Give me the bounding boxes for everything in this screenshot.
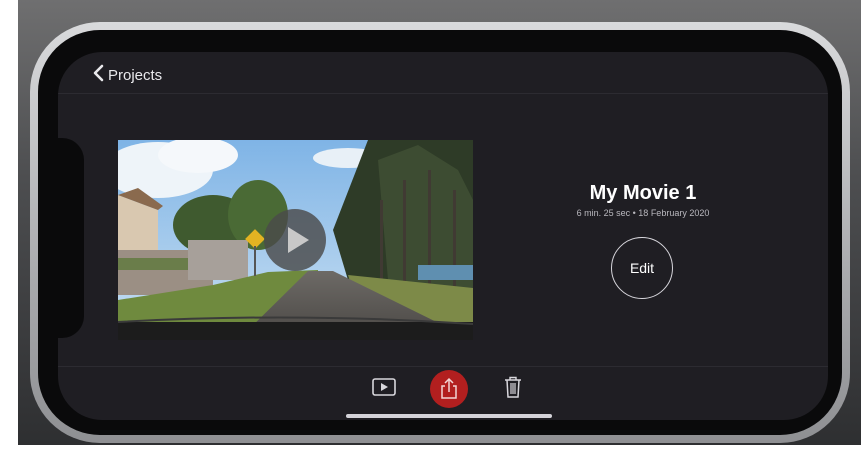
- project-info: My Movie 1 6 min. 25 sec • 18 February 2…: [548, 182, 738, 218]
- edit-button-label: Edit: [629, 260, 655, 276]
- chevron-left-icon: [92, 64, 104, 86]
- preview-button[interactable]: [372, 378, 396, 396]
- edit-button[interactable]: Edit: [611, 237, 673, 299]
- imovie-project-screen: Projects My Movie 1 6 min. 25 sec • 18 F…: [58, 52, 828, 420]
- project-thumbnail[interactable]: [118, 140, 473, 340]
- trash-icon: [505, 376, 521, 398]
- phone-notch: [58, 138, 84, 338]
- share-button[interactable]: [430, 370, 468, 408]
- home-indicator[interactable]: [346, 414, 552, 418]
- delete-button[interactable]: [504, 376, 522, 398]
- back-label: Projects: [108, 66, 163, 84]
- play-button[interactable]: [264, 209, 326, 271]
- top-divider: [58, 93, 828, 94]
- project-meta: 6 min. 25 sec • 18 February 2020: [576, 208, 710, 218]
- bottom-divider: [58, 366, 828, 367]
- play-rectangle-icon: [372, 378, 396, 396]
- share-icon: [441, 377, 457, 399]
- project-title: My Movie 1: [589, 182, 697, 204]
- play-icon: [288, 227, 309, 253]
- back-to-projects-button[interactable]: Projects: [92, 64, 162, 86]
